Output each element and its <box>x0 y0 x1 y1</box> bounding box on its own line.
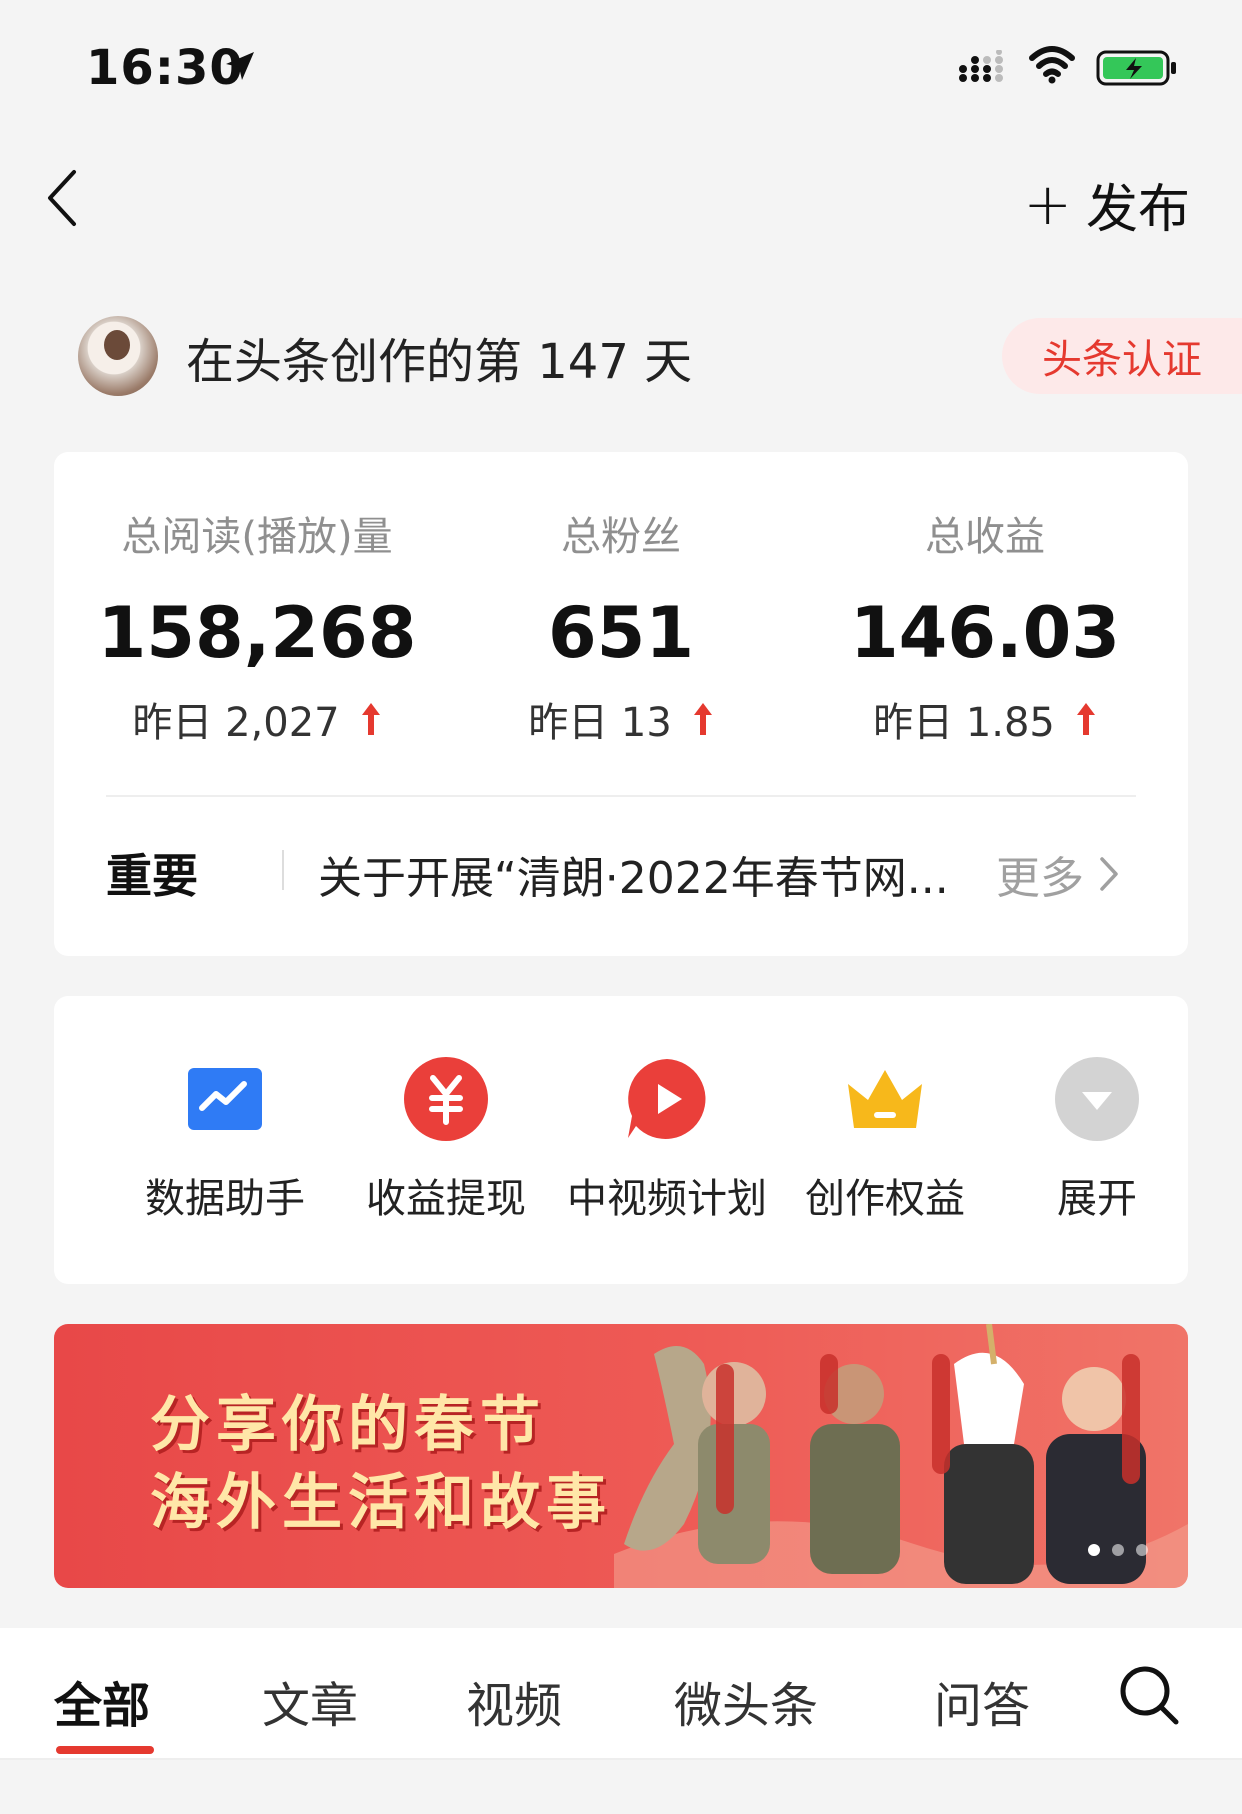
important-notice[interactable]: 重要 关于开展“清朗·2022年春节网... 更多 <box>106 840 1146 944</box>
cellular-signal-icon <box>959 50 1003 82</box>
banner-headline: 分享你的春节 <box>150 1390 546 1460</box>
active-tab-indicator <box>56 1746 154 1754</box>
stat-label: 总粉丝 <box>561 514 681 560</box>
withdraw-icon <box>404 1057 488 1141</box>
data-assistant-icon <box>188 1068 262 1130</box>
tab-qa[interactable]: 问答 <box>934 1666 1030 1736</box>
stat-value: 651 <box>547 592 695 674</box>
carousel-dot <box>1112 1544 1124 1556</box>
tab-videos[interactable]: 视频 <box>466 1666 562 1736</box>
stat-delta: 昨日 13 <box>432 690 810 748</box>
tool-data-assistant[interactable]: 数据助手 <box>112 1056 338 1256</box>
status-time: 16:30 <box>86 40 244 96</box>
tab-articles[interactable]: 文章 <box>262 1666 358 1736</box>
status-bar: 16:30 <box>0 0 1242 130</box>
crown-icon <box>848 1070 922 1128</box>
tool-label: 中视频计划 <box>567 1176 767 1222</box>
wifi-icon <box>1029 46 1075 84</box>
stats-card: 总阅读(播放)量 158,268 昨日 2,027 总粉丝 651 昨日 13 … <box>54 452 1188 956</box>
notice-more-label: 更多 <box>996 853 1084 904</box>
notice-text[interactable]: 关于开展“清朗·2022年春节网... <box>318 842 998 906</box>
chevron-right-icon <box>1100 857 1118 891</box>
divider <box>282 850 284 890</box>
tool-expand[interactable]: 展开 <box>984 1056 1210 1256</box>
avatar[interactable] <box>78 316 158 396</box>
battery-charging-icon <box>1096 50 1176 86</box>
location-arrow-icon <box>226 52 254 80</box>
stat-delta: 昨日 1.85 <box>796 690 1174 748</box>
back-icon[interactable] <box>40 166 86 230</box>
banner-subheadline: 海外生活和故事 <box>150 1468 612 1538</box>
promo-banner[interactable]: 分享你的春节 海外生活和故事 <box>54 1324 1188 1588</box>
publish-button[interactable]: + 发布 <box>1023 168 1190 240</box>
stat-delta-text: 昨日 13 <box>528 700 672 746</box>
stat-delta: 昨日 2,027 <box>68 690 446 748</box>
carousel-dot <box>1136 1544 1148 1556</box>
tool-label: 收益提现 <box>366 1176 526 1222</box>
plus-icon: + <box>1023 170 1072 238</box>
tool-label: 数据助手 <box>145 1176 305 1222</box>
stat-value: 146.03 <box>849 592 1121 674</box>
arrow-up-icon <box>361 703 380 735</box>
tool-video-plan[interactable]: 中视频计划 <box>554 1056 780 1256</box>
tool-creator-rights[interactable]: 创作权益 <box>772 1056 998 1256</box>
tool-label: 展开 <box>1057 1176 1137 1222</box>
content-tab-bar: 全部 文章 视频 微头条 问答 <box>0 1628 1242 1760</box>
tab-micro-posts[interactable]: 微头条 <box>674 1666 818 1736</box>
arrow-up-icon <box>1076 703 1095 735</box>
divider <box>106 795 1136 797</box>
tab-all[interactable]: 全部 <box>54 1666 150 1736</box>
creator-days-text: 在头条创作的第 147 天 <box>186 334 693 390</box>
stat-value: 158,268 <box>97 592 417 674</box>
search-icon[interactable] <box>1118 1664 1180 1726</box>
carousel-dot <box>1088 1544 1100 1556</box>
stat-delta-text: 昨日 1.85 <box>873 700 1055 746</box>
notice-more-link[interactable]: 更多 <box>996 842 1120 906</box>
stat-label: 总阅读(播放)量 <box>121 514 393 560</box>
publish-label: 发布 <box>1085 179 1190 240</box>
certify-button[interactable]: 头条认证 <box>1002 318 1242 394</box>
stat-delta-text: 昨日 2,027 <box>132 700 340 746</box>
tools-card: 数据助手 收益提现 中视频计划 创作权益 展开 <box>54 996 1188 1284</box>
video-plan-icon <box>628 1059 706 1139</box>
tool-withdraw[interactable]: 收益提现 <box>333 1056 559 1256</box>
carousel-dots <box>1088 1544 1148 1556</box>
expand-icon <box>1055 1057 1139 1141</box>
arrow-up-icon <box>693 703 712 735</box>
stat-label: 总收益 <box>925 514 1045 560</box>
notice-tag: 重要 <box>106 849 198 903</box>
tool-label: 创作权益 <box>805 1176 965 1222</box>
